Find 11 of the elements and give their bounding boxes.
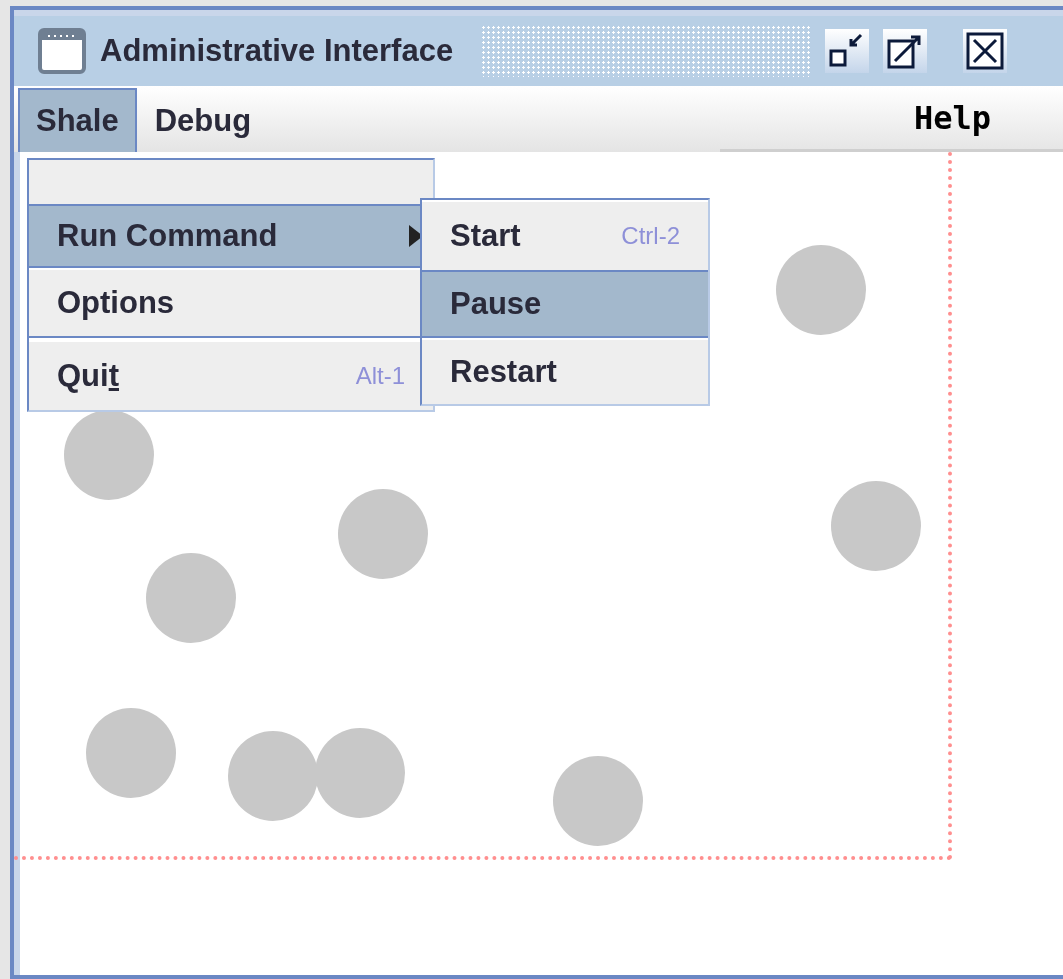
menu-title[interactable]: Debug <box>136 88 270 152</box>
window-icon <box>38 28 86 74</box>
close-button[interactable] <box>963 29 1008 73</box>
close-icon <box>965 31 1006 71</box>
menu-item[interactable]: Pause <box>422 270 708 338</box>
help-menu[interactable]: Help <box>914 98 992 137</box>
maximize-button[interactable] <box>883 29 928 73</box>
window-title: Administrative Interface <box>100 33 454 69</box>
menu-title[interactable]: Shale <box>18 88 137 152</box>
minimize-button[interactable] <box>825 29 870 73</box>
submenu-arrow-icon <box>409 225 423 247</box>
